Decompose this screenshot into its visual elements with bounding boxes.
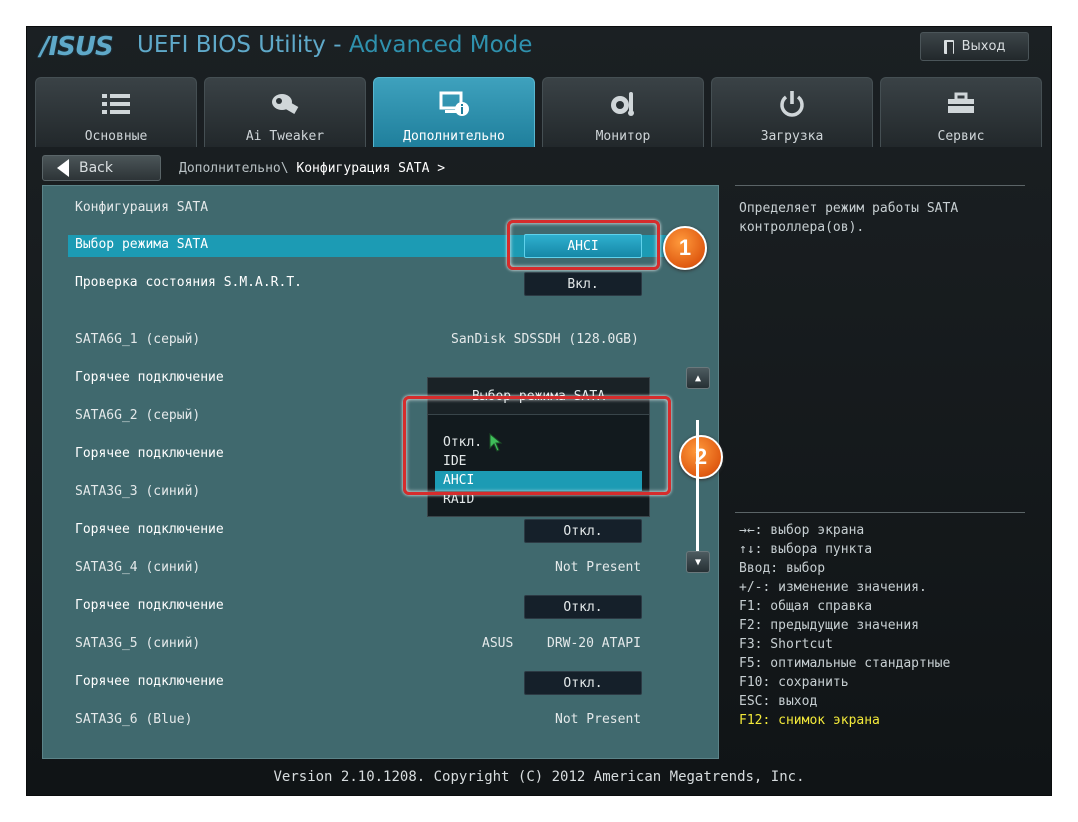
key-legend: →←: выбор экрана ↑↓: выбора пункта Ввод:…	[739, 521, 950, 730]
title-mode: Advanced Mode	[348, 32, 533, 58]
key-hint: ↑↓: выбора пункта	[739, 542, 873, 557]
advanced-icon	[439, 91, 469, 116]
help-divider-bottom	[735, 512, 1025, 513]
breadcrumb: Дополнительно\ Конфигурация SATA >	[179, 161, 445, 176]
annotation-box-1	[507, 220, 660, 270]
breadcrumb-parent[interactable]: Дополнительно\	[179, 161, 296, 176]
key-hint: F10: сохранить	[739, 675, 849, 690]
hotplug-label[interactable]: Горячее подключение	[75, 446, 224, 461]
scroll-down-button[interactable]: ▼	[686, 551, 710, 573]
tab-label: Ai Tweaker	[245, 129, 325, 144]
port-name: SATA3G_4 (синий)	[75, 560, 201, 575]
tab-label: Основные	[84, 129, 148, 144]
tab-tools[interactable]: Сервис	[880, 77, 1042, 147]
port-name: SATA3G_3 (синий)	[75, 484, 201, 499]
sata-mode-label[interactable]: Выбор режима SATA	[75, 237, 208, 252]
back-label: Back	[79, 160, 113, 176]
main-tabs: Основные Ai Tweaker Дополнительно Монито…	[35, 77, 1043, 147]
toolbox-icon	[948, 92, 974, 113]
tab-label: Дополнительно	[403, 129, 505, 144]
port-device: Not Present	[555, 560, 642, 575]
port-name: SATA6G_1 (серый)	[75, 332, 201, 347]
back-arrow-icon	[57, 159, 69, 177]
annotation-box-2	[403, 396, 671, 495]
hotplug-label[interactable]: Горячее подключение	[75, 370, 224, 385]
title-main: UEFI BIOS Utility -	[137, 32, 349, 58]
monitor-icon	[611, 92, 634, 116]
exit-label: Выход	[961, 39, 1006, 54]
hotplug-select[interactable]: Откл.	[524, 671, 642, 695]
scrollbar-track[interactable]	[696, 420, 699, 570]
key-hint: F1: общая справка	[739, 599, 873, 614]
key-hint: +/-: изменение значения.	[739, 580, 927, 595]
annotation-badge-1: 1	[663, 226, 707, 270]
scroll-up-button[interactable]: ▲	[686, 367, 710, 389]
key-hint: F2: предыдущие значения	[739, 618, 920, 633]
annotation-badge-2: 2	[679, 435, 723, 479]
tab-boot[interactable]: Загрузка	[711, 77, 873, 147]
port-device: Not Present	[555, 712, 642, 727]
help-divider-top	[735, 185, 1025, 186]
tweaker-icon	[272, 94, 299, 114]
key-hint: ESC: выход	[739, 694, 818, 709]
version-footer: Version 2.10.1208. Copyright (C) 2012 Am…	[273, 769, 805, 785]
key-hint-screenshot: F12: снимок экрана	[739, 713, 880, 728]
tab-ai-tweaker[interactable]: Ai Tweaker	[204, 77, 366, 147]
hotplug-label[interactable]: Горячее подключение	[75, 674, 224, 689]
hotplug-select[interactable]: Откл.	[524, 595, 642, 619]
list-icon	[102, 94, 130, 114]
key-hint: Ввод: выбор	[739, 561, 826, 576]
hotplug-label[interactable]: Горячее подключение	[75, 522, 224, 537]
app-title: UEFI BIOS Utility - Advanced Mode	[137, 32, 532, 58]
smart-label[interactable]: Проверка состояния S.M.A.R.T.	[75, 275, 302, 290]
exit-door-icon	[943, 39, 954, 54]
hotplug-label[interactable]: Горячее подключение	[75, 598, 224, 613]
help-description: Определяет режим работы SATA контроллера…	[739, 201, 959, 235]
power-icon	[780, 91, 804, 117]
tab-label: Сервис	[937, 129, 985, 144]
breadcrumb-current: Конфигурация SATA >	[296, 161, 446, 176]
port-name: SATA3G_6 (Blue)	[75, 712, 193, 727]
port-device-vendor: ASUS	[482, 636, 514, 651]
key-hint: →←: выбор экрана	[739, 523, 865, 538]
port-name: SATA6G_2 (серый)	[75, 408, 201, 423]
asus-logo: /ISUS	[40, 32, 114, 62]
key-hint: F3: Shortcut	[739, 637, 833, 652]
tab-label: Монитор	[595, 129, 651, 144]
smart-select[interactable]: Вкл.	[524, 272, 642, 296]
back-button[interactable]: Back	[42, 155, 161, 181]
port-device: DRW-20 ATAPI	[547, 636, 641, 651]
exit-button[interactable]: Выход	[920, 32, 1029, 61]
tab-advanced[interactable]: Дополнительно	[373, 77, 535, 147]
tab-monitor[interactable]: Монитор	[542, 77, 704, 147]
port-device: SanDisk SDSSDH (128.0GB)	[451, 332, 639, 347]
bios-window: /ISUS UEFI BIOS Utility - Advanced Mode …	[27, 27, 1051, 795]
port-name: SATA3G_5 (синий)	[75, 636, 201, 651]
key-hint: F5: оптимальные стандартные	[739, 656, 951, 671]
header: /ISUS UEFI BIOS Utility - Advanced Mode …	[27, 27, 1051, 77]
tab-main[interactable]: Основные	[35, 77, 197, 147]
tab-label: Загрузка	[760, 129, 824, 144]
hotplug-select[interactable]: Откл.	[524, 519, 642, 543]
section-title: Конфигурация SATA	[75, 200, 209, 215]
